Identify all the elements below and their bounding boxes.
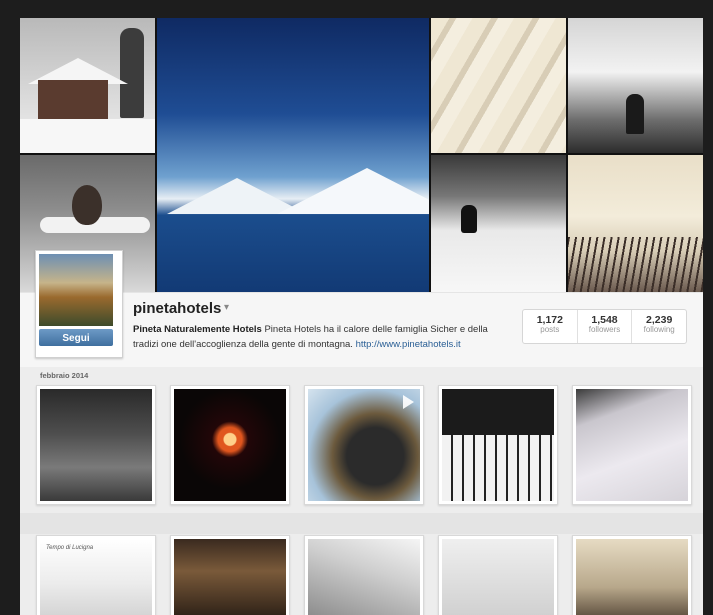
snow-shape (20, 119, 155, 153)
stat-posts[interactable]: 1,172 posts (523, 310, 578, 343)
feed-photo[interactable] (572, 535, 692, 615)
stat-label: posts (540, 325, 560, 334)
mountain-shape (277, 168, 429, 214)
skier-shape (626, 94, 644, 134)
photo-image (576, 539, 688, 615)
feed-photo[interactable] (438, 535, 558, 615)
website-link[interactable]: http://www.pinetahotels.it (356, 339, 461, 350)
feed-photo[interactable] (170, 535, 290, 615)
feed-divider (20, 513, 703, 534)
stat-following[interactable]: 2,239 following (632, 310, 686, 343)
stat-label: following (643, 325, 675, 334)
photo-caption: Tempo di Lucigna (46, 545, 94, 551)
feed-photo[interactable] (572, 385, 692, 505)
chevron-down-icon[interactable]: ▾ (224, 302, 229, 313)
cover-photo-skiers[interactable] (568, 18, 703, 153)
follow-button[interactable]: Segui (39, 329, 113, 346)
piano-lid-shape (442, 389, 554, 435)
month-label: febbraio 2014 (40, 371, 89, 380)
cover-photo-child-snow[interactable] (431, 155, 566, 292)
cover-photo-mountains[interactable] (157, 18, 429, 292)
cover-photo-snow-ripples[interactable] (431, 18, 566, 153)
feed-photo[interactable] (36, 385, 156, 505)
photo-image (442, 539, 554, 615)
photo-image (40, 389, 152, 501)
stats-box: 1,172 posts 1,548 followers 2,239 follow… (522, 309, 687, 344)
photo-image (174, 539, 286, 615)
avatar-card: Segui (35, 250, 123, 358)
cover-photo-chalet[interactable] (20, 18, 155, 153)
feed-photo[interactable] (170, 385, 290, 505)
bio: Pineta Naturalemente Hotels Pineta Hotel… (133, 322, 511, 352)
photo-image (308, 539, 420, 615)
stat-label: followers (588, 325, 621, 334)
photo-image (308, 389, 420, 501)
feed-photo[interactable] (304, 385, 424, 505)
feed-photo[interactable] (304, 535, 424, 615)
bird-shape (72, 185, 102, 225)
child-shape (461, 205, 477, 233)
grass-shape (568, 237, 703, 292)
full-name: Pineta Naturalemente Hotels (133, 324, 262, 335)
username[interactable]: pinetahotels (133, 300, 221, 317)
photo-image (576, 389, 688, 501)
feed-photo[interactable]: Tempo di Lucigna (36, 535, 156, 615)
photo-image (174, 389, 286, 501)
profile-page: Segui pinetahotels ▾ Pineta Naturalement… (0, 0, 713, 615)
house-shape (38, 80, 108, 120)
avatar[interactable] (39, 254, 113, 326)
stat-followers[interactable]: 1,548 followers (578, 310, 633, 343)
cover-photo-field[interactable] (568, 155, 703, 292)
feed-photo[interactable] (438, 385, 558, 505)
photo-image: Tempo di Lucigna (40, 539, 152, 615)
video-icon (403, 395, 414, 409)
photo-image (442, 389, 554, 501)
